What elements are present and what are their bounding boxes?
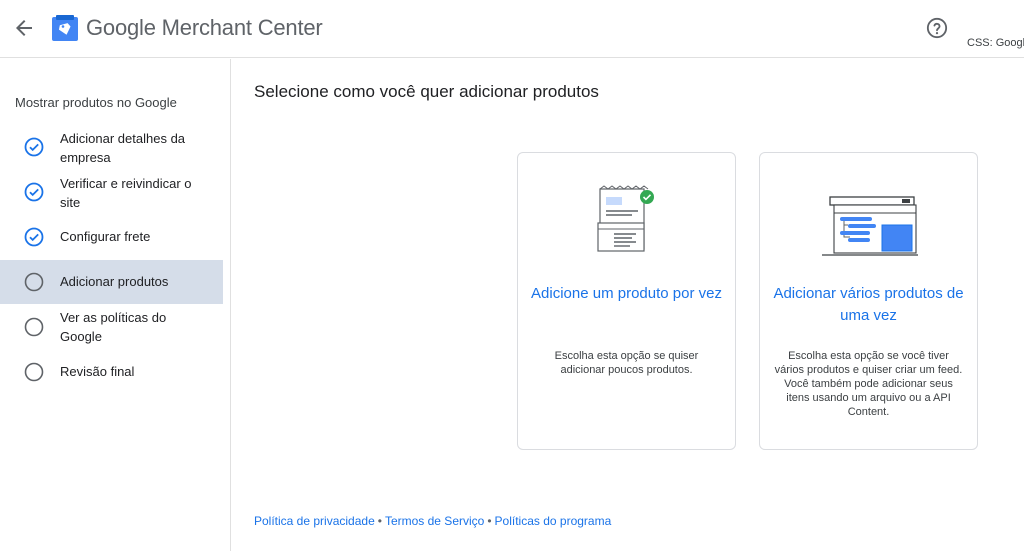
program-policies-link[interactable]: Políticas do programa (495, 514, 612, 528)
step-google-policies[interactable]: Ver as políticas do Google (0, 308, 223, 346)
step-label: Revisão final (60, 364, 135, 379)
step-label: Adicionar detalhes da empresa (60, 131, 186, 165)
check-circle-icon (24, 227, 44, 247)
step-label: Verificar e reivindicar o site (60, 176, 192, 210)
check-circle-icon (24, 182, 44, 202)
add-multiple-products-card[interactable]: Adicionar vários produtos de uma vez Esc… (759, 152, 978, 450)
step-verify-site[interactable]: Verificar e reivindicar o site (0, 174, 223, 212)
step-label: Adicionar produtos (60, 274, 169, 289)
multiple-products-illustration-icon (822, 196, 918, 256)
card-title: Adicione um produto por vez (531, 285, 722, 302)
sidebar-title: Mostrar produtos no Google (15, 95, 177, 110)
merchant-center-logo-icon (52, 15, 78, 41)
privacy-policy-link[interactable]: Política de privacidade (254, 514, 375, 528)
css-account-label[interactable]: CSS: Googl (967, 37, 1024, 49)
footer-separator: • (487, 514, 492, 528)
empty-circle-icon (24, 317, 44, 337)
product-name: Merchant Center (161, 15, 323, 40)
brand-name: Google (86, 15, 156, 40)
add-single-product-card[interactable]: Adicione um produto por vez Escolha esta… (517, 152, 736, 450)
app-title: Google Merchant Center (86, 15, 323, 41)
page-title: Selecione como você quer adicionar produ… (254, 82, 599, 101)
help-icon[interactable] (926, 17, 948, 39)
card-description: Escolha esta opção se você tiver vários … (774, 350, 963, 418)
step-label: Ver as políticas do Google (60, 310, 167, 344)
step-shipping[interactable]: Configurar frete (0, 225, 223, 249)
card-description: Escolha esta opção se quiser adicionar p… (554, 350, 699, 376)
step-label: Configurar frete (60, 229, 151, 244)
empty-circle-icon (24, 272, 44, 292)
footer-links: Política de privacidade • Termos de Serviç… (254, 514, 611, 528)
single-product-illustration-icon (597, 185, 654, 252)
empty-circle-icon (24, 362, 44, 382)
terms-of-service-link[interactable]: Termos de Serviço (385, 514, 484, 528)
setup-steps-sidebar: Mostrar produtos no Google Adicionar det… (0, 59, 231, 551)
step-add-products[interactable]: Adicionar produtos (0, 260, 223, 304)
app-header: Google Merchant Center CSS: Googl (0, 0, 1024, 58)
footer-separator: • (377, 514, 382, 528)
step-company-details[interactable]: Adicionar detalhes da empresa (0, 129, 223, 167)
back-arrow-icon[interactable] (12, 16, 36, 40)
check-circle-icon (24, 137, 44, 157)
card-title: Adicionar vários produtos de uma vez (773, 285, 964, 324)
step-final-review[interactable]: Revisão final (0, 361, 223, 385)
